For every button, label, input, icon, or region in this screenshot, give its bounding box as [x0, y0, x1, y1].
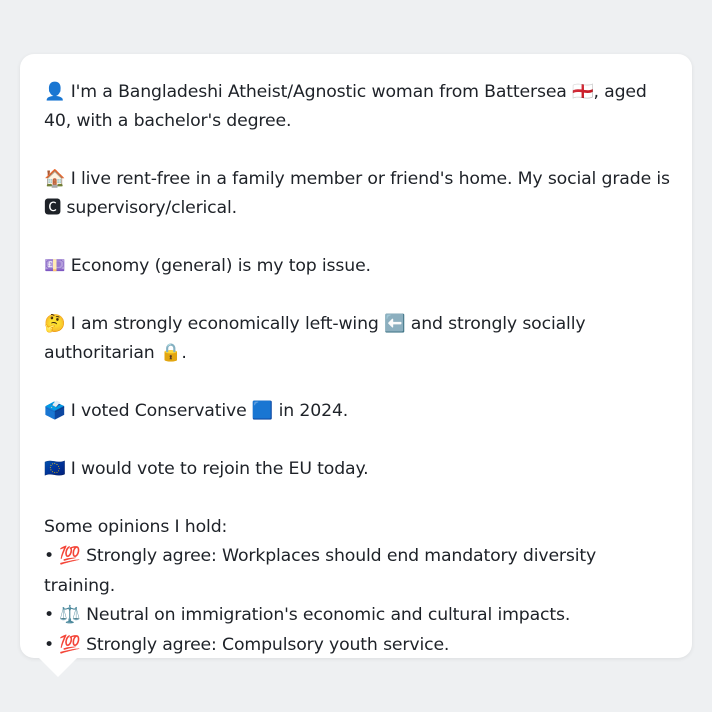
housing-text: 🏠 I live rent-free in a family member or…	[44, 169, 670, 218]
opinion-item: • 💯 Strongly agree: Compulsory youth ser…	[44, 634, 450, 655]
eu-vote-text: 🇪🇺 I would vote to rejoin the EU today.	[44, 459, 369, 479]
bubble-tail	[38, 657, 78, 677]
message-bubble: 👤 I'm a Bangladeshi Atheist/Agnostic wom…	[20, 54, 692, 658]
top-issue-text: 💷 Economy (general) is my top issue.	[44, 256, 371, 276]
opinion-item: • 💯 Strongly agree: Workplaces should en…	[44, 546, 597, 596]
identity-text: 👤 I'm a Bangladeshi Atheist/Agnostic wom…	[44, 82, 647, 131]
opinion-item: • ⚖️ Neutral on immigration's economic a…	[44, 605, 571, 625]
opinions-heading: Some opinions I hold:	[44, 517, 228, 537]
vote-2024-text: 🗳️ I voted Conservative 🟦 in 2024.	[44, 401, 349, 421]
political-position-text: 🤔 I am strongly economically left-wing ⬅…	[44, 314, 586, 363]
opinions-list: • 💯 Strongly agree: Workplaces should en…	[44, 542, 670, 660]
